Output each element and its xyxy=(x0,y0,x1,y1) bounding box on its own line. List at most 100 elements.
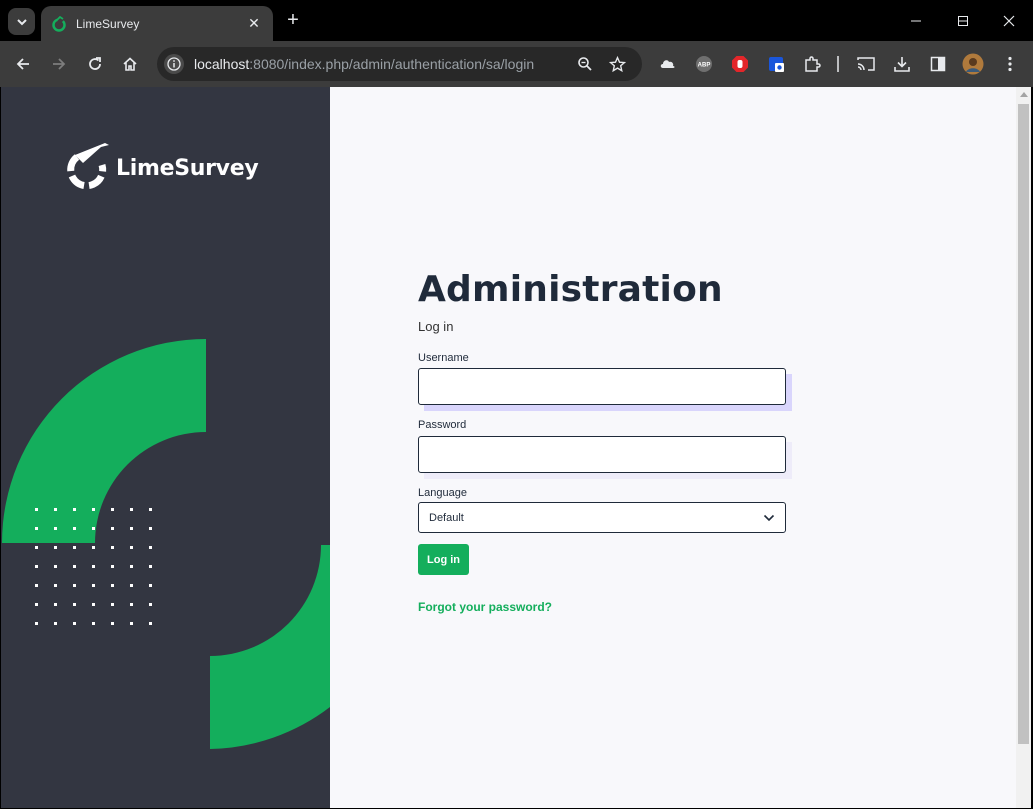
page-viewport: LimeSurvey Administration Log in Usernam… xyxy=(1,87,1031,808)
zoom-icon xyxy=(578,57,592,71)
decor-dot xyxy=(54,603,57,606)
decor-dot xyxy=(130,565,133,568)
tab-search-button[interactable] xyxy=(8,8,35,35)
info-icon xyxy=(167,57,181,71)
decor-dot xyxy=(92,565,95,568)
decorative-arcs xyxy=(2,339,330,749)
decor-dot xyxy=(130,546,133,549)
decor-dot xyxy=(35,565,38,568)
browser-tab[interactable]: LimeSurvey ✕ xyxy=(41,6,273,41)
zoom-button[interactable] xyxy=(575,54,595,74)
back-button[interactable] xyxy=(10,51,36,77)
chevron-down-icon xyxy=(16,18,27,25)
close-window-button[interactable] xyxy=(986,0,1032,41)
decor-dot xyxy=(111,546,114,549)
forward-button[interactable] xyxy=(46,51,72,77)
limesurvey-favicon xyxy=(52,15,66,32)
site-info-button[interactable] xyxy=(164,54,184,74)
decor-dot xyxy=(149,527,152,530)
download-icon[interactable] xyxy=(891,53,913,75)
decor-dot xyxy=(54,565,57,568)
language-selected-value: Default xyxy=(429,511,464,524)
menu-icon[interactable] xyxy=(999,53,1021,75)
home-button[interactable] xyxy=(117,51,143,77)
decor-dot xyxy=(35,603,38,606)
close-icon xyxy=(1003,15,1015,26)
password-label: Password xyxy=(418,419,467,431)
language-select[interactable]: Default xyxy=(418,502,786,533)
decor-dot xyxy=(130,622,133,625)
browser-toolbar: localhost:8080/index.php/admin/authentic… xyxy=(0,41,1033,87)
decor-dot xyxy=(130,603,133,606)
page-title: Administration xyxy=(418,269,723,310)
profile-avatar[interactable] xyxy=(962,53,984,75)
decor-dot xyxy=(92,508,95,511)
scroll-up-arrow-icon[interactable] xyxy=(1020,92,1028,97)
arrow-right-icon xyxy=(53,58,66,70)
decor-dot xyxy=(35,508,38,511)
url-host: localhost xyxy=(194,56,250,72)
decor-dot xyxy=(73,603,76,606)
bookmark-button[interactable] xyxy=(607,54,627,74)
side-panel-icon[interactable] xyxy=(927,53,949,75)
password-field-wrap xyxy=(418,436,792,479)
language-label: Language xyxy=(418,487,467,499)
minimize-icon xyxy=(911,20,921,21)
arrow-left-icon xyxy=(16,58,29,70)
svg-text:ABP: ABP xyxy=(698,63,711,69)
decor-dot xyxy=(149,603,152,606)
browser-title-bar: LimeSurvey ✕ + xyxy=(0,0,1033,41)
maximize-button[interactable] xyxy=(940,0,986,41)
stop-hand-icon[interactable] xyxy=(729,53,751,75)
url-text[interactable]: localhost:8080/index.php/admin/authentic… xyxy=(194,56,534,72)
decor-dot xyxy=(73,584,76,587)
page-scrollbar[interactable] xyxy=(1016,87,1031,808)
decor-dot xyxy=(111,508,114,511)
adblock-icon[interactable]: ABP xyxy=(693,53,715,75)
cloud-extension-icon[interactable] xyxy=(657,53,679,75)
decor-dot xyxy=(35,546,38,549)
scrollbar-thumb[interactable] xyxy=(1018,104,1029,744)
decor-dot xyxy=(149,584,152,587)
decor-dot xyxy=(130,508,133,511)
forgot-password-link[interactable]: Forgot your password? xyxy=(418,600,552,614)
toolbar-divider xyxy=(830,53,846,75)
decor-dot xyxy=(54,622,57,625)
minimize-button[interactable] xyxy=(893,0,939,41)
plus-icon[interactable]: + xyxy=(282,9,304,31)
puzzle-icon[interactable] xyxy=(801,53,823,75)
tab-close-icon[interactable]: ✕ xyxy=(245,15,263,32)
password-input[interactable] xyxy=(418,436,786,473)
decor-dot xyxy=(111,622,114,625)
url-path: :8080/index.php/admin/authentication/sa/… xyxy=(249,56,535,72)
decor-dot xyxy=(111,584,114,587)
decor-dot xyxy=(92,603,95,606)
login-button[interactable]: Log in xyxy=(418,544,469,575)
decor-dot xyxy=(73,527,76,530)
decor-dot xyxy=(54,546,57,549)
username-input[interactable] xyxy=(418,368,786,405)
decor-dot xyxy=(130,527,133,530)
decor-dot xyxy=(111,603,114,606)
brand-panel: LimeSurvey xyxy=(1,87,330,808)
decor-dot xyxy=(149,622,152,625)
maximize-icon xyxy=(958,15,968,26)
address-bar[interactable]: localhost:8080/index.php/admin/authentic… xyxy=(157,47,642,81)
decor-dot xyxy=(73,622,76,625)
limesurvey-logo: LimeSurvey xyxy=(63,141,259,195)
username-field-wrap xyxy=(418,368,792,411)
brand-name: LimeSurvey xyxy=(116,155,259,181)
reload-button[interactable] xyxy=(82,51,108,77)
decor-dot xyxy=(73,508,76,511)
decor-dot xyxy=(54,508,57,511)
decor-dot xyxy=(149,546,152,549)
reload-icon xyxy=(89,57,101,70)
cast-icon[interactable] xyxy=(855,53,877,75)
page-subtitle: Log in xyxy=(418,319,454,334)
star-icon xyxy=(608,55,626,72)
decor-dot xyxy=(73,565,76,568)
decor-dot xyxy=(149,508,152,511)
decor-dot xyxy=(73,546,76,549)
decor-dot xyxy=(92,584,95,587)
shield-extension-icon[interactable] xyxy=(765,53,787,75)
